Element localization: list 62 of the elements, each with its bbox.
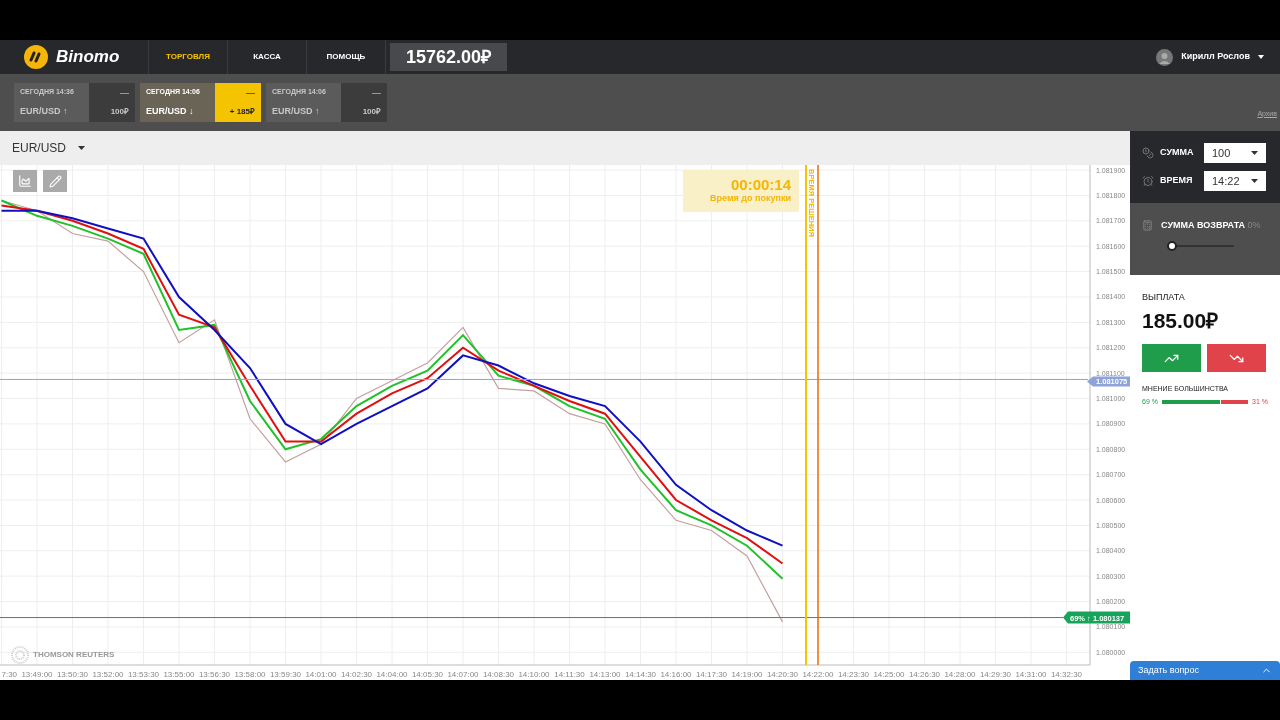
field-label: СУММА	[1160, 146, 1195, 160]
axis-label: 14:07:00	[447, 670, 479, 679]
axis-label: 14:28:00	[944, 670, 976, 679]
alarm-clock-icon	[1142, 175, 1154, 187]
caret-icon	[1251, 179, 1258, 183]
countdown-time: 00:00:14	[730, 176, 791, 192]
axis-label: 14:08:30	[482, 670, 515, 679]
axis-label: 14:02:30	[340, 670, 373, 679]
caret-icon	[78, 146, 85, 150]
axis-label: 14:29:30	[979, 670, 1012, 679]
axis-label: 14:20:30	[766, 670, 799, 679]
axis-label: 13:49:00	[21, 670, 53, 679]
axis-label: 14:25:00	[873, 670, 905, 679]
axis-label: 14:17:30	[695, 670, 728, 679]
down-button[interactable]	[1207, 344, 1266, 372]
axis-label: 14:19:00	[731, 670, 763, 679]
axis-label: 13:55:00	[163, 670, 195, 679]
calculator-icon	[1142, 220, 1153, 232]
field-label: ВРЕМЯ	[1160, 174, 1194, 188]
countdown-label: Время до покупки	[710, 191, 791, 205]
axis-label: 14:32:30	[1050, 670, 1083, 679]
axis-label: 14:04:00	[376, 670, 408, 679]
axis-label: 14:31:00	[1015, 670, 1047, 679]
up-button[interactable]	[1142, 344, 1201, 372]
area-chart-icon	[18, 174, 32, 188]
axis-label: 14:10:00	[518, 670, 550, 679]
logo-icon	[24, 45, 48, 69]
payout-label: ВЫПЛАТА	[1142, 291, 1186, 304]
axis-label: 14:11:30	[554, 670, 585, 679]
asset-dropdown[interactable]: EUR/USD	[12, 139, 85, 157]
coins-icon	[1142, 147, 1154, 159]
caret-icon	[1251, 151, 1258, 155]
select-field[interactable]: 100	[1204, 143, 1266, 163]
avatar-icon	[1156, 48, 1174, 66]
axis-label: 13:50:30	[56, 670, 89, 679]
axis-label: 14:16:00	[660, 670, 692, 679]
axis-label: 13:56:30	[198, 670, 231, 679]
axis-label: 13:52:00	[92, 670, 124, 679]
caret-icon	[1258, 55, 1264, 59]
drawing-tool-button[interactable]	[43, 170, 67, 192]
select-field[interactable]: 14:22	[1204, 171, 1266, 191]
user-menu[interactable]: Кирилл Рослов	[1156, 48, 1264, 66]
axis-label: 13:53:30	[127, 670, 160, 679]
axis-label: 14:01:00	[305, 670, 337, 679]
axis-label: 14:14:30	[624, 670, 657, 679]
pencil-icon	[48, 174, 62, 188]
axis-label: 14:23:30	[837, 670, 870, 679]
chat-bar[interactable]: Задать вопрос	[1130, 661, 1280, 680]
axis-label: 13:59:30	[269, 670, 302, 679]
axis-label: 14:26:30	[908, 670, 941, 679]
source-label: THOMSON REUTERS	[33, 649, 115, 661]
axis-label: 14:05:30	[411, 670, 444, 679]
axis-label: 7:30	[1, 670, 18, 679]
balance-display: 15762.00₽	[390, 43, 508, 71]
chart-type-button[interactable]	[13, 170, 37, 192]
axis-label: 13:58:00	[234, 670, 266, 679]
axis-label: 14:13:00	[589, 670, 621, 679]
source-logo-icon	[11, 646, 29, 664]
axis-label: 14:22:00	[802, 670, 834, 679]
slider-thumb[interactable]	[1167, 240, 1177, 251]
payout-value: 185.00₽	[1142, 307, 1220, 334]
logo-text: Binomo	[56, 46, 120, 69]
